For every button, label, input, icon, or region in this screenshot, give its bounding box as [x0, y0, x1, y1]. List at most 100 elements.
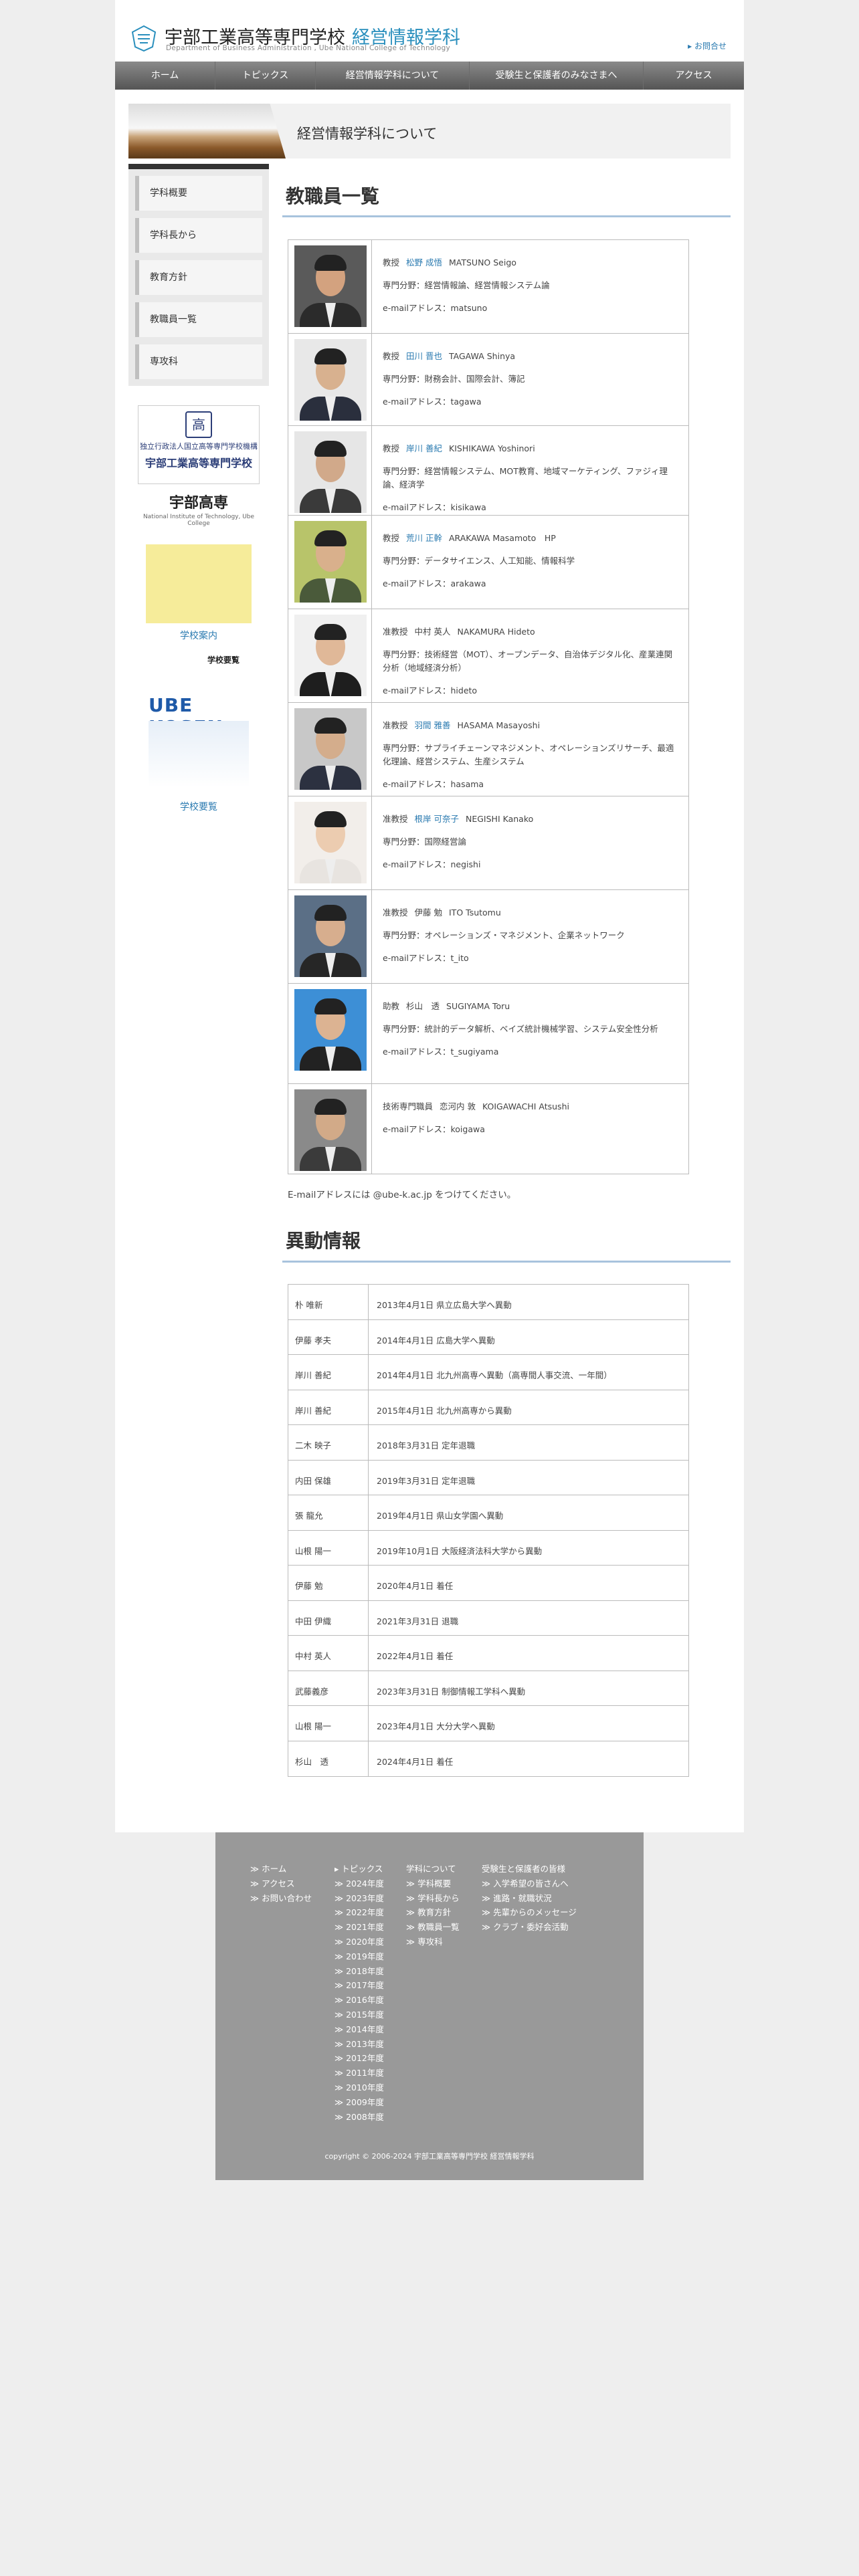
footer-applicants-link[interactable]: 先輩からのメッセージ	[482, 1905, 577, 1920]
move-desc: 2023年4月1日 大分大学へ異動	[377, 1721, 495, 1731]
nav-home[interactable]: ホーム	[115, 62, 215, 90]
footer-applicants-link[interactable]: 進路・就職状況	[482, 1891, 577, 1906]
move-row: 岸川 善紀 2014年4月1日 北九州高専へ異動（高専間人事交流、一年間）	[288, 1355, 688, 1390]
staff-info: 助教 杉山 透 SUGIYAMA Toru 専門分野：統計的データ解析、ベイズ統計機械…	[372, 984, 688, 1083]
contact-link[interactable]: お問合せ	[688, 40, 727, 51]
nav-applicants[interactable]: 受験生と保護者のみなさまへ	[470, 62, 644, 90]
footer-about-link[interactable]: 学科長から	[406, 1891, 460, 1906]
staff-row: 教授 岸川 善紀 KISHIKAWA Yoshinori 専門分野：経営情報システム、…	[288, 426, 688, 516]
footer-link[interactable]: ホーム	[250, 1862, 312, 1876]
staff-name-jp[interactable]: 荒川 正幹	[406, 533, 442, 543]
school-banner[interactable]: 高 独立行政法人国立高等専門学校機構 宇部工業高等専門学校	[138, 405, 260, 484]
move-name: 内田 保雄	[288, 1460, 369, 1495]
footer-topics-year-link[interactable]: 2018年度	[335, 1964, 384, 1979]
staff-name-line: 教授 松野 成悟 MATSUNO Seigo	[383, 256, 680, 270]
moves-table: 朴 唯新 2013年4月1日 県立広島大学へ異動 伊藤 孝夫 2014年4月1日 広島…	[288, 1284, 689, 1777]
sidebar-item-message[interactable]: 学科長から	[135, 218, 262, 253]
school-banner-line2: 宇部工業高等専門学校	[145, 457, 252, 469]
footer-link[interactable]: お問い合わせ	[250, 1891, 312, 1906]
footer-topics-year-link[interactable]: 2021年度	[335, 1920, 384, 1935]
staff-row: 教授 松野 成悟 MATSUNO Seigo 専門分野：経営情報論、経営情報システム論…	[288, 240, 688, 334]
footer-applicants-head[interactable]: 受験生と保護者の皆様	[482, 1862, 577, 1876]
nav-topics[interactable]: トピックス	[215, 62, 316, 90]
banner-image	[128, 104, 286, 158]
staff-name-jp[interactable]: 田川 晋也	[406, 351, 442, 361]
move-row: 武藤義彦 2023年3月31日 制御情報工学科へ異動	[288, 1671, 688, 1706]
footer-topics-year-link[interactable]: 2024年度	[335, 1876, 384, 1891]
footer-topics-year-link[interactable]: 2012年度	[335, 2051, 384, 2066]
brochure-link[interactable]: 学校案内	[138, 629, 260, 642]
footer-link[interactable]: アクセス	[250, 1876, 312, 1891]
staff-photo-cell	[288, 890, 372, 983]
staff-row: 技術専門職員 恋河内 敦 KOIGAWACHI Atsushi e-mailアドレス：…	[288, 1084, 688, 1174]
staff-field: 専門分野：サプライチェーンマネジメント、オペレーションズリサーチ、最適化理論、経…	[383, 743, 674, 766]
staff-email: e-mailアドレス：koigawa	[383, 1124, 485, 1134]
staff-row: 助教 杉山 透 SUGIYAMA Toru 専門分野：統計的データ解析、ベイズ統計機械…	[288, 984, 688, 1084]
footer-topics-year-link[interactable]: 2015年度	[335, 2008, 384, 2022]
footer-topics-year-link[interactable]: 2020年度	[335, 1935, 384, 1949]
staff-row: 准教授 根岸 可奈子 NEGISHI Kanako 専門分野：国際経営論 e-mailア…	[288, 796, 688, 890]
staff-name-jp[interactable]: 岸川 善紀	[406, 443, 442, 453]
move-name: 岸川 善紀	[288, 1390, 369, 1424]
footer-topics-year-link[interactable]: 2009年度	[335, 2095, 384, 2110]
brochure-image[interactable]: 宇部高専 National Institute of Technology, U…	[138, 491, 260, 625]
site-subtitle: Department of Business Administration , …	[166, 44, 451, 52]
staff-name-en: NEGISHI Kanako	[466, 814, 534, 824]
sidebar-item-advanced[interactable]: 専攻科	[135, 344, 262, 379]
staff-photo	[294, 1089, 367, 1171]
staff-info: 教授 岸川 善紀 KISHIKAWA Yoshinori 専門分野：経営情報システム、…	[372, 426, 688, 515]
nav-access[interactable]: アクセス	[644, 62, 744, 90]
move-row: 張 龍允 2019年4月1日 県山女学園へ異動	[288, 1495, 688, 1531]
footer-about-link[interactable]: 学科概要	[406, 1876, 460, 1891]
ube-kosen-image[interactable]: 学校要覧 UBE KOSEN	[138, 654, 260, 801]
staff-photo-cell	[288, 984, 372, 1083]
footer-topics-year-link[interactable]: 2014年度	[335, 2022, 384, 2037]
move-desc: 2019年3月31日 定年退職	[377, 1475, 476, 1486]
footer-applicants-link[interactable]: クラブ・委好会活動	[482, 1920, 577, 1935]
staff-email: e-mailアドレス：hasama	[383, 779, 484, 789]
footer-about-link[interactable]: 教職員一覧	[406, 1920, 460, 1935]
move-name: 山根 陽一	[288, 1530, 369, 1565]
staff-photo-cell	[288, 609, 372, 702]
sidebar-item-staff[interactable]: 教職員一覧	[135, 302, 262, 337]
footer-topics-year-link[interactable]: 2022年度	[335, 1905, 384, 1920]
footer-topics-year-link[interactable]: 2017年度	[335, 1978, 384, 1993]
footer-about-link[interactable]: 教育方針	[406, 1905, 460, 1920]
move-desc: 2024年4月1日 着任	[377, 1756, 454, 1767]
staff-name-line: 助教 杉山 透 SUGIYAMA Toru	[383, 1000, 680, 1013]
staff-field: 専門分野：経営情報システム、MOT教育、地域マーケティング、ファジィ理論、経済学	[383, 466, 668, 490]
staff-email: e-mailアドレス：arakawa	[383, 578, 486, 588]
footer-topics-year-link[interactable]: 2019年度	[335, 1949, 384, 1964]
school-crest-icon: 高	[185, 411, 212, 438]
site-header: 宇部工業高等専門学校 経営情報学科 Department of Business …	[115, 0, 744, 62]
sidebar-item-overview[interactable]: 学科概要	[135, 176, 262, 211]
footer-topics-year-link[interactable]: 2023年度	[335, 1891, 384, 1906]
sidebar-item-policy[interactable]: 教育方針	[135, 260, 262, 295]
footer-col-topics: トピックス 2024年度2023年度2022年度2021年度2020年度2019…	[335, 1862, 384, 2124]
footer-about-head[interactable]: 学科について	[406, 1862, 460, 1876]
move-desc: 2022年4月1日 着任	[377, 1651, 454, 1661]
move-name: 岸川 善紀	[288, 1355, 369, 1390]
move-desc: 2013年4月1日 県立広島大学へ異動	[377, 1300, 512, 1310]
staff-title: 教授	[383, 533, 400, 543]
footer-topics-year-link[interactable]: 2013年度	[335, 2037, 384, 2052]
footer-topics-year-link[interactable]: 2011年度	[335, 2066, 384, 2080]
staff-title: 准教授	[383, 814, 408, 824]
footer-topics-year-link[interactable]: 2010年度	[335, 2080, 384, 2095]
footer-topics-head[interactable]: トピックス	[335, 1862, 384, 1876]
staff-name-jp[interactable]: 羽間 雅善	[415, 720, 451, 730]
staff-name-jp[interactable]: 根岸 可奈子	[415, 814, 459, 824]
staff-name-jp[interactable]: 松野 成悟	[406, 257, 442, 267]
footer-about-link[interactable]: 専攻科	[406, 1935, 460, 1949]
staff-name-en: HASAMA Masayoshi	[457, 720, 541, 730]
footer-topics-year-link[interactable]: 2008年度	[335, 2110, 384, 2125]
staff-info: 准教授 根岸 可奈子 NEGISHI Kanako 専門分野：国際経営論 e-mailア…	[372, 796, 688, 889]
footer-applicants-link[interactable]: 入学希望の皆さんへ	[482, 1876, 577, 1891]
footer-col-about: 学科について 学科概要学科長から教育方針教職員一覧専攻科	[406, 1862, 460, 1949]
staff-name-line: 教授 荒川 正幹 ARAKAWA Masamoto HP	[383, 532, 680, 545]
nav-about[interactable]: 経営情報学科について	[316, 62, 470, 90]
footer-topics-year-link[interactable]: 2016年度	[335, 1993, 384, 2008]
school-emblem-icon[interactable]	[130, 24, 158, 52]
staff-photo	[294, 802, 367, 883]
youran-link[interactable]: 学校要覧	[138, 800, 260, 813]
